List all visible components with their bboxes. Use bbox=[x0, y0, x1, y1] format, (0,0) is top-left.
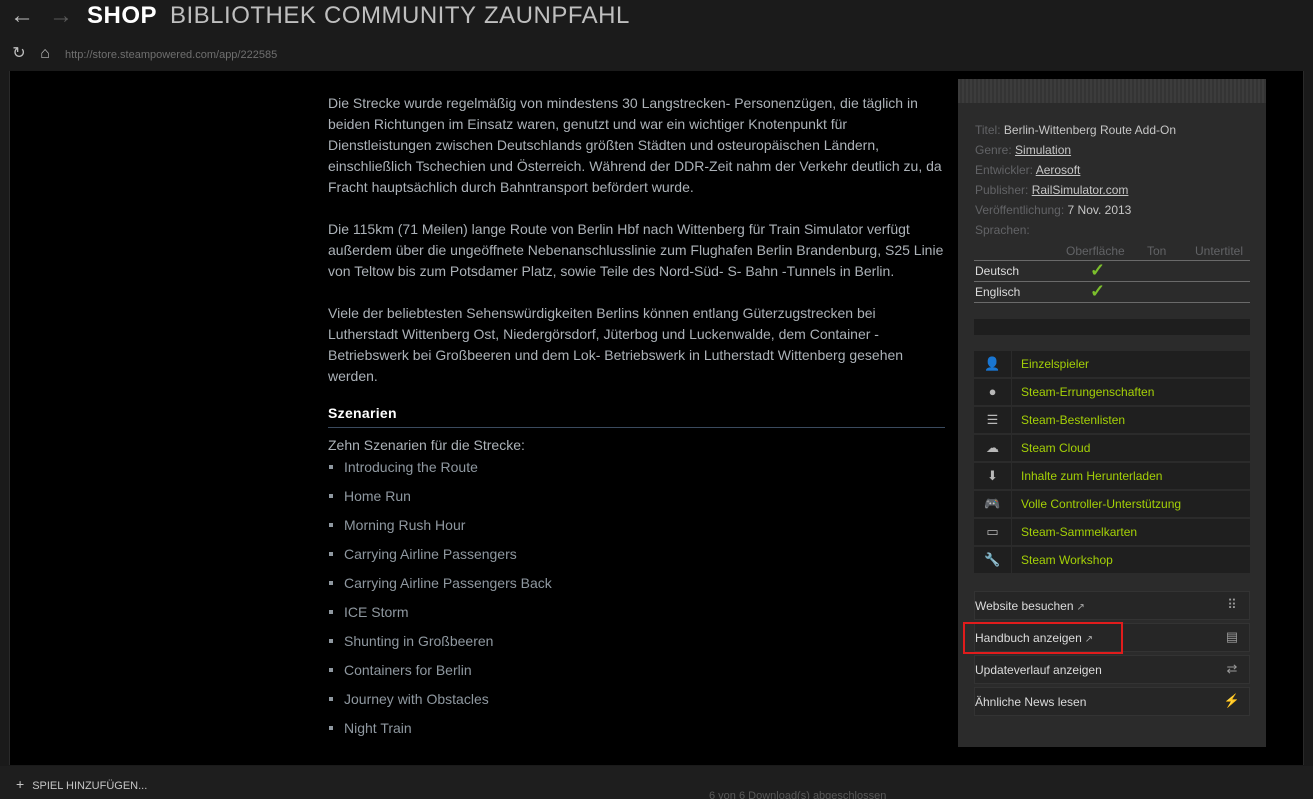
list-item: Shunting in Großbeeren bbox=[328, 631, 552, 660]
scenarios-list: Introducing the Route Home Run Morning R… bbox=[328, 457, 552, 747]
list-item: Morning Rush Hour bbox=[328, 515, 552, 544]
detail-genre: Genre: Simulation bbox=[975, 143, 1071, 157]
link-label: Updateverlauf anzeigen bbox=[975, 663, 1102, 677]
cloud-icon: ☁ bbox=[974, 435, 1012, 461]
list-item: Home Run bbox=[328, 486, 552, 515]
list-item: Journey with Obstacles bbox=[328, 689, 552, 718]
divider bbox=[974, 319, 1250, 335]
add-game-label: SPIEL HINZUFÜGEN... bbox=[32, 780, 148, 792]
reload-icon[interactable]: ↻ bbox=[10, 44, 28, 64]
cards-icon: ▭ bbox=[974, 519, 1012, 545]
detail-label: Veröffentlichung: bbox=[975, 203, 1065, 217]
detail-publisher: Publisher: RailSimulator.com bbox=[975, 183, 1128, 197]
divider bbox=[974, 281, 1250, 282]
nav-community[interactable]: COMMUNITY bbox=[324, 2, 476, 30]
forward-arrow-icon[interactable]: → bbox=[47, 3, 75, 29]
detail-label: Sprachen: bbox=[975, 223, 1030, 237]
game-description: Die Strecke wurde regelmäßig von mindest… bbox=[328, 93, 948, 408]
detail-label: Entwickler: bbox=[975, 163, 1034, 177]
list-item: Carrying Airline Passengers bbox=[328, 544, 552, 573]
feature-singleplayer[interactable]: 👤 Einzelspieler bbox=[974, 351, 1250, 377]
feature-label: Steam Workshop bbox=[1021, 553, 1113, 567]
lang-header-subtitles: Untertitel bbox=[1195, 244, 1244, 258]
list-item: Introducing the Route bbox=[328, 457, 552, 486]
list-item: Containers for Berlin bbox=[328, 660, 552, 689]
list-item: ICE Storm bbox=[328, 602, 552, 631]
highlight-box bbox=[963, 622, 1123, 654]
wrench-icon: 🔧 bbox=[974, 547, 1012, 573]
description-paragraph: Die 115km (71 Meilen) lange Route von Be… bbox=[328, 221, 944, 279]
genre-link[interactable]: Simulation bbox=[1015, 143, 1071, 157]
link-label: Website besuchen ↗ bbox=[975, 599, 1085, 613]
back-arrow-icon[interactable]: ← bbox=[8, 3, 36, 29]
detail-title: Titel: Berlin-Wittenberg Route Add-On bbox=[975, 123, 1176, 137]
feature-label: Volle Controller-Unterstützung bbox=[1021, 497, 1182, 511]
feature-label: Einzelspieler bbox=[1021, 357, 1090, 371]
feature-cloud[interactable]: ☁ Steam Cloud bbox=[974, 435, 1250, 461]
external-link-icon: ↗ bbox=[1076, 602, 1085, 613]
feature-label: Inhalte zum Herunterladen bbox=[1021, 469, 1163, 483]
lang-name: Deutsch bbox=[975, 264, 1020, 278]
feature-leaderboards[interactable]: ☰ Steam-Bestenlisten bbox=[974, 407, 1250, 433]
link-label: Ähnliche News lesen bbox=[975, 695, 1087, 709]
website-link-button[interactable]: Website besuchen ↗ ⠿ bbox=[974, 591, 1250, 620]
download-icon: ⬇ bbox=[974, 463, 1012, 489]
detail-label: Titel: bbox=[975, 123, 1001, 137]
divider bbox=[974, 302, 1250, 303]
news-icon: ⚡ bbox=[1223, 693, 1241, 708]
feature-label: Steam Cloud bbox=[1021, 441, 1091, 455]
gamepad-icon: 🎮 bbox=[974, 491, 1012, 517]
home-icon[interactable]: ⌂ bbox=[36, 44, 54, 64]
details-panel: Titel: Berlin-Wittenberg Route Add-On Ge… bbox=[958, 79, 1266, 747]
feature-controller[interactable]: 🎮 Volle Controller-Unterstützung bbox=[974, 491, 1250, 517]
check-icon: ✓ bbox=[1090, 260, 1106, 280]
scenarios-heading: Szenarien bbox=[328, 405, 945, 428]
globe-icon: ⠿ bbox=[1227, 597, 1237, 612]
description-paragraph: Viele der beliebtesten Sehenswürdigkeite… bbox=[328, 305, 904, 384]
list-item: Carrying Airline Passengers Back bbox=[328, 573, 552, 602]
add-game-button[interactable]: + SPIEL HINZUFÜGEN... bbox=[16, 776, 147, 792]
plus-icon: + bbox=[16, 776, 25, 792]
document-icon: ▤ bbox=[1225, 629, 1239, 644]
nav-shop[interactable]: SHOP bbox=[87, 2, 157, 30]
scenarios-intro: Zehn Szenarien für die Strecke: bbox=[328, 437, 525, 453]
detail-label: Publisher: bbox=[975, 183, 1029, 197]
detail-release: Veröffentlichung: 7 Nov. 2013 bbox=[975, 203, 1131, 217]
download-status[interactable]: 6 von 6 Download(s) abgeschlossen bbox=[709, 790, 886, 799]
nav-library[interactable]: BIBLIOTHEK bbox=[170, 2, 316, 30]
developer-link[interactable]: Aerosoft bbox=[1036, 163, 1081, 177]
detail-languages: Sprachen: bbox=[975, 223, 1030, 237]
update-icon: ⇄ bbox=[1226, 661, 1238, 676]
nav-profile[interactable]: ZAUNPFAHL bbox=[484, 2, 630, 30]
feature-label: Steam-Sammelkarten bbox=[1021, 525, 1138, 539]
lang-name: Englisch bbox=[975, 285, 1021, 299]
person-icon: 👤 bbox=[974, 351, 1012, 377]
list-item: Night Train bbox=[328, 718, 552, 747]
bottom-bar bbox=[0, 766, 1313, 799]
feature-workshop[interactable]: 🔧 Steam Workshop bbox=[974, 547, 1250, 573]
check-icon: ✓ bbox=[1090, 281, 1106, 301]
achievement-icon: ● bbox=[974, 379, 1012, 405]
divider bbox=[974, 260, 1250, 261]
detail-developer: Entwickler: Aerosoft bbox=[975, 163, 1080, 177]
detail-label: Genre: bbox=[975, 143, 1012, 157]
description-paragraph: Die Strecke wurde regelmäßig von mindest… bbox=[328, 95, 942, 195]
lang-header-interface: Oberfläche bbox=[1066, 244, 1125, 258]
feature-label: Steam-Bestenlisten bbox=[1021, 413, 1126, 427]
top-nav-bar: ← → SHOP BIBLIOTHEK COMMUNITY ZAUNPFAHL bbox=[0, 0, 1313, 40]
store-page-viewport: Die Strecke wurde regelmäßig von mindest… bbox=[9, 71, 1304, 765]
detail-value: 7 Nov. 2013 bbox=[1067, 203, 1132, 217]
panel-header-strip bbox=[958, 79, 1266, 103]
publisher-link[interactable]: RailSimulator.com bbox=[1032, 183, 1129, 197]
news-link-button[interactable]: Ähnliche News lesen ⚡ bbox=[974, 687, 1250, 716]
list-icon: ☰ bbox=[974, 407, 1012, 433]
feature-trading-cards[interactable]: ▭ Steam-Sammelkarten bbox=[974, 519, 1250, 545]
url-text: http://store.steampowered.com/app/222585 bbox=[65, 49, 278, 61]
detail-value: Berlin-Wittenberg Route Add-On bbox=[1003, 123, 1176, 137]
update-history-button[interactable]: Updateverlauf anzeigen ⇄ bbox=[974, 655, 1250, 684]
feature-label: Steam-Errungenschaften bbox=[1021, 385, 1155, 399]
feature-achievements[interactable]: ● Steam-Errungenschaften bbox=[974, 379, 1250, 405]
feature-dlc[interactable]: ⬇ Inhalte zum Herunterladen bbox=[974, 463, 1250, 489]
lang-header-audio: Ton bbox=[1147, 244, 1167, 258]
